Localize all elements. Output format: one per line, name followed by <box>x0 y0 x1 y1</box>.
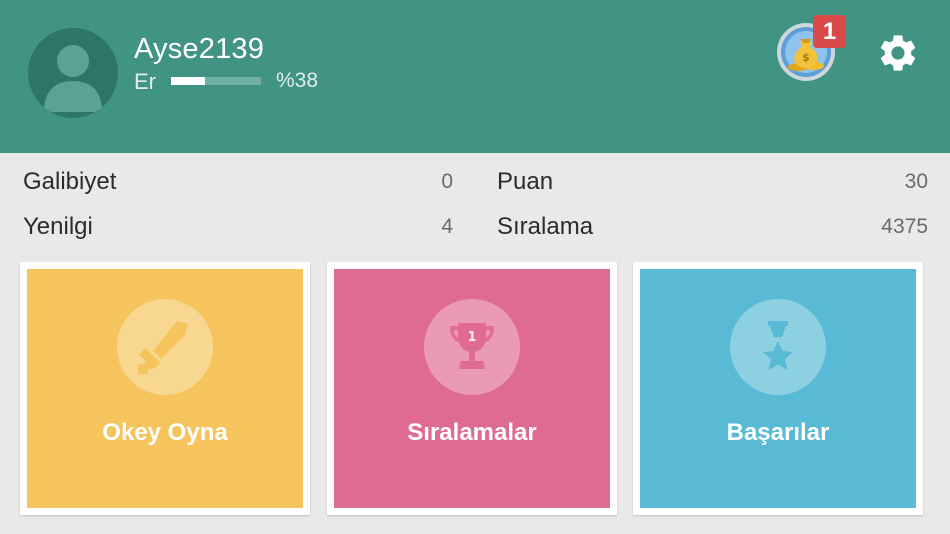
losses-stat: Yenilgi 4 <box>23 213 453 243</box>
username: Ayse2139 <box>134 33 265 65</box>
rankings-card-body: 1 Sıralamalar <box>334 269 610 508</box>
play-okey-card-body: Okey Oyna <box>27 269 303 508</box>
rankings-icon-circle: 1 <box>424 299 520 395</box>
achievements-card-body: Başarılar <box>640 269 916 508</box>
settings-button[interactable] <box>876 31 920 75</box>
wins-label: Galibiyet <box>23 168 117 195</box>
achievements-label: Başarılar <box>726 419 830 446</box>
rankings-card[interactable]: 1 Sıralamalar <box>327 262 617 515</box>
trophy-icon: 1 <box>450 323 494 369</box>
points-value: 30 <box>904 170 928 193</box>
wins-stat: Galibiyet 0 <box>23 168 453 198</box>
play-okey-label: Okey Oyna <box>102 419 228 446</box>
ranking-label: Sıralama <box>497 213 594 240</box>
ranking-value: 4375 <box>881 215 928 238</box>
svg-text:1: 1 <box>467 330 476 345</box>
rank-progress-fill <box>171 77 206 85</box>
achievements-card[interactable]: Başarılar <box>633 262 923 515</box>
avatar[interactable] <box>28 28 118 118</box>
user-silhouette-icon <box>44 45 102 112</box>
rank-progress-text: %38 <box>276 69 319 92</box>
points-label: Puan <box>497 168 554 195</box>
achievements-icon-circle <box>730 299 826 395</box>
rank-label: Er <box>134 69 156 94</box>
svg-text:$: $ <box>802 51 810 64</box>
losses-label: Yenilgi <box>23 213 93 240</box>
profile-header: Ayse2139 Er %38 $ 1 <box>0 0 950 153</box>
play-okey-card[interactable]: Okey Oyna <box>20 262 310 515</box>
notification-badge: 1 <box>813 15 846 48</box>
gear-icon <box>880 35 916 71</box>
wins-value: 0 <box>441 170 453 193</box>
rankings-label: Sıralamalar <box>407 419 537 446</box>
star-medal-icon <box>763 321 793 370</box>
play-okey-icon-circle <box>117 299 213 395</box>
points-stat: Puan 30 <box>497 168 928 198</box>
losses-value: 4 <box>441 215 453 238</box>
ranking-stat: Sıralama 4375 <box>497 213 928 243</box>
rank-progress-bar <box>171 77 261 85</box>
sword-icon <box>138 321 188 374</box>
